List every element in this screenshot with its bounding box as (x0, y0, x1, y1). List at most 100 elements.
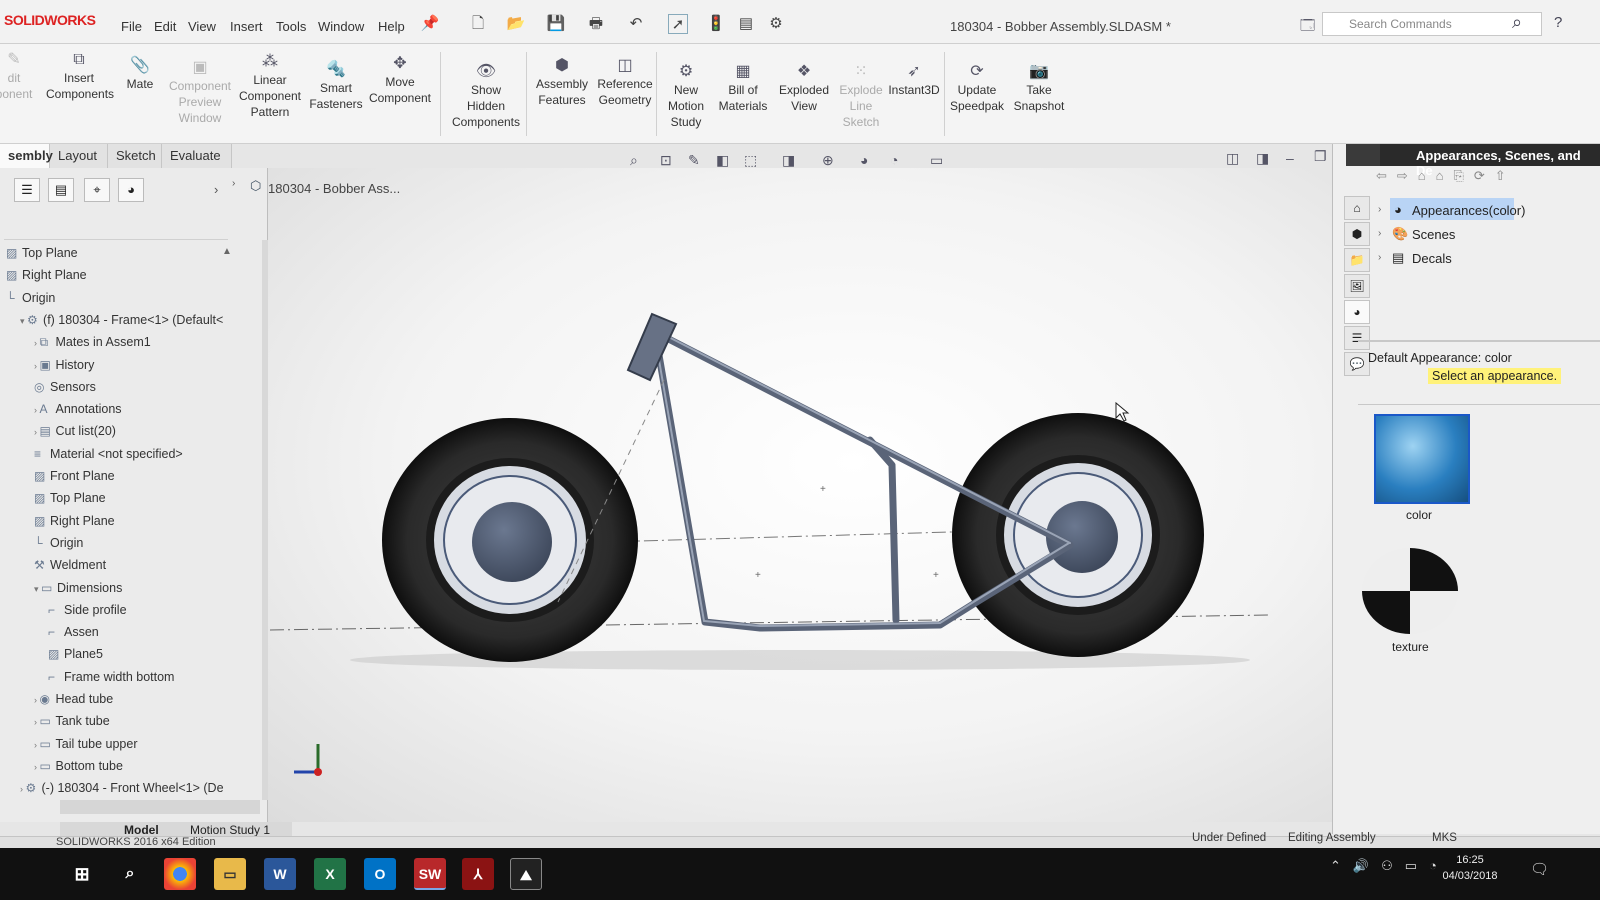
search-commands-input[interactable]: Search Commands (1322, 12, 1542, 36)
tree-item[interactable]: ⌐ Side profile (48, 603, 127, 617)
new-document-icon[interactable]: 🗋 (468, 14, 488, 34)
search-taskbar-icon[interactable]: ⌕ (114, 858, 146, 890)
file-explorer-icon[interactable]: ▭ (214, 858, 246, 890)
search-icon[interactable]: ⌕ (1512, 12, 1522, 33)
zoom-to-fit-icon[interactable]: ⌕ (630, 152, 638, 169)
minimize-icon[interactable]: – (1286, 150, 1294, 166)
restore-icon[interactable]: ❐ (1314, 148, 1327, 165)
feature-tree-icon[interactable]: ☰ (14, 178, 40, 202)
color-appearance-thumbnail[interactable] (1374, 414, 1470, 504)
tab-assembly[interactable]: sembly (0, 144, 53, 168)
head-tube[interactable] (626, 312, 678, 382)
tree-item[interactable]: › ▭ Tank tube (34, 714, 110, 728)
tab-motion-study-1[interactable]: Motion Study 1 (190, 823, 270, 837)
menu-file[interactable]: File (121, 19, 142, 34)
tree-item[interactable]: ⌐ Frame width bottom (48, 670, 174, 684)
excel-icon[interactable]: X (314, 858, 346, 890)
tree-item[interactable]: └ Origin (34, 536, 83, 550)
tree-horizontal-scrollbar[interactable] (60, 800, 260, 814)
update-speedpak-button[interactable]: ⟳ Update Speedpak (946, 64, 1008, 114)
tree-item[interactable]: ▨ Front Plane (34, 469, 115, 483)
expand-arrow-icon[interactable]: › (1378, 252, 1381, 263)
tree-item[interactable]: › ◉ Head tube (34, 692, 113, 706)
tree-item[interactable]: └ Origin (6, 291, 55, 305)
tree-item[interactable]: › ▣ History (34, 358, 94, 372)
tree-item[interactable]: › ▤ Cut list(20) (34, 424, 116, 438)
windows-start-icon[interactable]: ⊞ (66, 858, 98, 890)
tree-filter[interactable] (4, 214, 228, 240)
open-icon[interactable]: 📂 (506, 14, 526, 34)
show-hidden-components-button[interactable]: 👁 Show Hidden Components (444, 64, 528, 130)
tree-item[interactable]: ▨ Top Plane (6, 246, 78, 260)
rear-wheel[interactable] (382, 418, 638, 662)
clock-date[interactable]: 04/03/2018 (1432, 870, 1508, 882)
appearances-tab-icon[interactable]: ◕ (1344, 300, 1370, 324)
task-pane-nav-toolbar[interactable]: ⇦⇨⌂⌂⎘⟳⇧ (1376, 168, 1596, 190)
tab-layout[interactable]: Layout (50, 144, 108, 168)
tree-appearances[interactable]: Appearances(color) (1412, 203, 1525, 218)
select-arrow-icon[interactable]: ➚ (668, 14, 688, 34)
tree-item[interactable]: › ▭ Tail tube upper (34, 737, 138, 751)
split-view-2-icon[interactable]: ◨ (1256, 150, 1269, 167)
options-gear-icon[interactable]: ⚙ (766, 14, 786, 34)
texture-appearance-thumbnail[interactable] (1362, 548, 1458, 634)
previous-view-icon[interactable]: ✎ (688, 152, 700, 169)
edit-component-button[interactable]: ✎dit ponent (0, 52, 36, 102)
pin-icon[interactable]: 📌 (420, 14, 440, 34)
edit-appearance-icon[interactable]: ◕ (860, 152, 868, 168)
help-icon[interactable]: ? (1554, 14, 1562, 31)
assembly-features-button[interactable]: ⬢ Assembly Features (530, 58, 594, 108)
tree-flyout-arrow-icon[interactable]: › (232, 178, 235, 189)
view-orientation-icon[interactable]: ⬚ (744, 152, 757, 169)
split-view-icon[interactable]: ◫ (1226, 150, 1239, 167)
status-units[interactable]: MKS (1432, 832, 1457, 844)
acrobat-icon[interactable]: ⅄ (462, 858, 494, 890)
tree-item[interactable]: ▾ ▭ Dimensions (34, 581, 122, 595)
linear-component-pattern-button[interactable]: ⁂ Linear Component Pattern (234, 54, 306, 120)
menu-edit[interactable]: Edit (154, 19, 176, 34)
file-properties-icon[interactable]: ▤ (736, 14, 756, 34)
new-motion-study-button[interactable]: ⚙ New Motion Study (660, 64, 712, 130)
home-icon[interactable]: ⌂ (1344, 196, 1370, 220)
custom-properties-icon[interactable]: ☰ (1344, 326, 1370, 350)
view-settings-icon[interactable]: ▭ (930, 152, 943, 169)
zoom-area-icon[interactable]: ⊡ (660, 152, 672, 169)
exploded-view-button[interactable]: ❖ Exploded View (774, 64, 834, 114)
display-style-icon[interactable]: ◨ (782, 152, 795, 169)
outlook-icon[interactable]: O (364, 858, 396, 890)
expand-arrow-icon[interactable]: › (1378, 228, 1381, 239)
tree-scenes[interactable]: Scenes (1412, 227, 1455, 242)
configuration-manager-icon[interactable]: ⌖ (84, 178, 110, 202)
expand-arrow-icon[interactable]: ▾ (34, 584, 41, 594)
tree-item[interactable]: ◎ Sensors (34, 380, 96, 394)
photos-icon[interactable]: ⛰ (510, 858, 542, 890)
rebuild-icon[interactable]: 🚦 (706, 14, 726, 34)
notifications-icon[interactable]: 🗨 (1530, 860, 1549, 878)
tree-item[interactable]: › ⧉ Mates in Assem1 (34, 335, 151, 350)
section-view-icon[interactable]: ◧ (716, 152, 729, 169)
chevron-right-icon[interactable]: › (214, 182, 218, 197)
expand-arrow-icon[interactable]: › (1378, 204, 1381, 215)
tree-item[interactable]: ▨ Right Plane (6, 268, 87, 282)
menu-help[interactable]: Help (378, 19, 405, 34)
apply-scene-icon[interactable]: ◔ (890, 152, 898, 168)
front-wheel[interactable] (952, 413, 1204, 657)
save-icon[interactable]: 💾 (546, 14, 566, 34)
move-component-button[interactable]: ✥ Move Component (364, 56, 436, 106)
tree-item[interactable]: › A Annotations (34, 402, 122, 416)
tree-item[interactable]: ▨ Right Plane (34, 514, 115, 528)
menu-window[interactable]: Window (318, 19, 364, 34)
design-library-icon[interactable]: ⬢ (1344, 222, 1370, 246)
hide-show-items-icon[interactable]: ⊕ (822, 152, 834, 169)
smart-fasteners-button[interactable]: 🔩 Smart Fasteners (304, 62, 368, 112)
clock-time[interactable]: 16:25 (1440, 854, 1500, 866)
tree-item[interactable]: ⌐ Assen (48, 625, 99, 639)
insert-components-button[interactable]: ⧉ Insert Components (46, 52, 114, 102)
tab-sketch[interactable]: Sketch (108, 144, 162, 168)
mate-button[interactable]: 📎 Mate (120, 58, 160, 92)
print-icon[interactable]: 🖶 (586, 14, 606, 34)
expand-arrow-icon[interactable]: ▾ (20, 316, 27, 326)
bobber-model[interactable]: + + + (268, 168, 1332, 822)
bill-of-materials-button[interactable]: ▦ Bill of Materials (712, 64, 774, 114)
reference-geometry-button[interactable]: ◫ Reference Geometry (590, 58, 660, 108)
